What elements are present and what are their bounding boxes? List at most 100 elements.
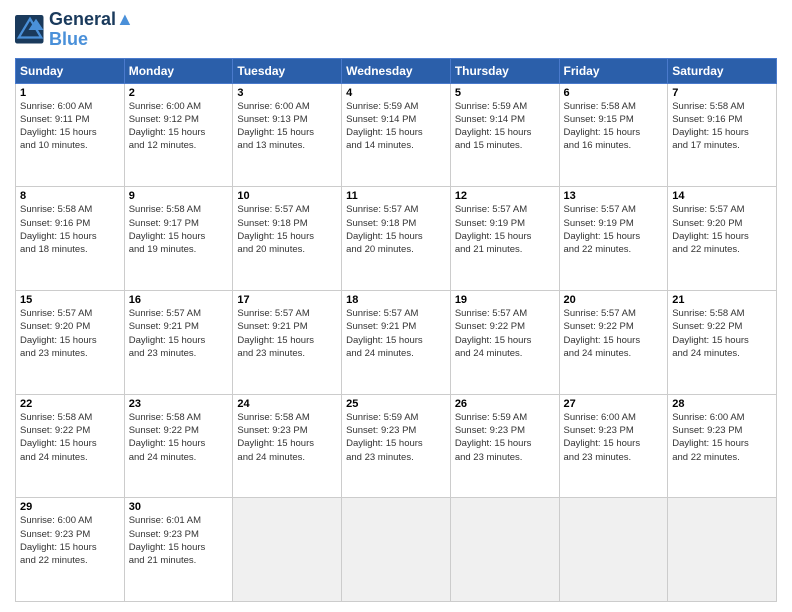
cell-content: Sunrise: 5:59 AMSunset: 9:14 PMDaylight:… [346,100,446,153]
calendar-header-wednesday: Wednesday [342,58,451,83]
day-number: 5 [455,87,555,99]
day-number: 20 [564,294,664,306]
cell-content: Sunrise: 5:58 AMSunset: 9:22 PMDaylight:… [129,411,229,464]
day-number: 13 [564,190,664,202]
calendar-cell: 7Sunrise: 5:58 AMSunset: 9:16 PMDaylight… [668,83,777,187]
day-number: 25 [346,398,446,410]
cell-content: Sunrise: 5:58 AMSunset: 9:23 PMDaylight:… [237,411,337,464]
cell-content: Sunrise: 5:57 AMSunset: 9:21 PMDaylight:… [346,307,446,360]
calendar-cell [342,498,451,602]
day-number: 9 [129,190,229,202]
cell-content: Sunrise: 6:00 AMSunset: 9:23 PMDaylight:… [564,411,664,464]
calendar-cell: 1Sunrise: 6:00 AMSunset: 9:11 PMDaylight… [16,83,125,187]
calendar-cell: 10Sunrise: 5:57 AMSunset: 9:18 PMDayligh… [233,187,342,291]
day-number: 14 [672,190,772,202]
calendar-cell [450,498,559,602]
day-number: 4 [346,87,446,99]
day-number: 18 [346,294,446,306]
cell-content: Sunrise: 5:57 AMSunset: 9:20 PMDaylight:… [672,203,772,256]
calendar-cell: 4Sunrise: 5:59 AMSunset: 9:14 PMDaylight… [342,83,451,187]
cell-content: Sunrise: 6:00 AMSunset: 9:11 PMDaylight:… [20,100,120,153]
cell-content: Sunrise: 5:57 AMSunset: 9:18 PMDaylight:… [237,203,337,256]
day-number: 30 [129,501,229,513]
calendar-cell: 9Sunrise: 5:58 AMSunset: 9:17 PMDaylight… [124,187,233,291]
day-number: 26 [455,398,555,410]
calendar-cell: 16Sunrise: 5:57 AMSunset: 9:21 PMDayligh… [124,290,233,394]
cell-content: Sunrise: 5:57 AMSunset: 9:21 PMDaylight:… [237,307,337,360]
day-number: 17 [237,294,337,306]
calendar-cell: 26Sunrise: 5:59 AMSunset: 9:23 PMDayligh… [450,394,559,498]
cell-content: Sunrise: 6:00 AMSunset: 9:13 PMDaylight:… [237,100,337,153]
calendar-row-3: 22Sunrise: 5:58 AMSunset: 9:22 PMDayligh… [16,394,777,498]
day-number: 8 [20,190,120,202]
day-number: 12 [455,190,555,202]
cell-content: Sunrise: 5:59 AMSunset: 9:14 PMDaylight:… [455,100,555,153]
calendar-cell: 23Sunrise: 5:58 AMSunset: 9:22 PMDayligh… [124,394,233,498]
logo-icon [15,15,45,45]
cell-content: Sunrise: 5:57 AMSunset: 9:19 PMDaylight:… [564,203,664,256]
day-number: 16 [129,294,229,306]
calendar-cell: 2Sunrise: 6:00 AMSunset: 9:12 PMDaylight… [124,83,233,187]
calendar-row-1: 8Sunrise: 5:58 AMSunset: 9:16 PMDaylight… [16,187,777,291]
calendar-cell: 30Sunrise: 6:01 AMSunset: 9:23 PMDayligh… [124,498,233,602]
calendar-cell: 14Sunrise: 5:57 AMSunset: 9:20 PMDayligh… [668,187,777,291]
cell-content: Sunrise: 5:58 AMSunset: 9:22 PMDaylight:… [672,307,772,360]
cell-content: Sunrise: 5:58 AMSunset: 9:16 PMDaylight:… [672,100,772,153]
calendar-cell: 20Sunrise: 5:57 AMSunset: 9:22 PMDayligh… [559,290,668,394]
day-number: 29 [20,501,120,513]
day-number: 3 [237,87,337,99]
cell-content: Sunrise: 5:58 AMSunset: 9:22 PMDaylight:… [20,411,120,464]
calendar-cell: 18Sunrise: 5:57 AMSunset: 9:21 PMDayligh… [342,290,451,394]
calendar-cell: 22Sunrise: 5:58 AMSunset: 9:22 PMDayligh… [16,394,125,498]
calendar-header-tuesday: Tuesday [233,58,342,83]
header: General▲ Blue [15,10,777,50]
calendar-cell: 24Sunrise: 5:58 AMSunset: 9:23 PMDayligh… [233,394,342,498]
calendar-cell [233,498,342,602]
day-number: 7 [672,87,772,99]
cell-content: Sunrise: 5:57 AMSunset: 9:20 PMDaylight:… [20,307,120,360]
calendar-cell: 21Sunrise: 5:58 AMSunset: 9:22 PMDayligh… [668,290,777,394]
logo-text: General▲ Blue [49,10,134,50]
cell-content: Sunrise: 5:59 AMSunset: 9:23 PMDaylight:… [455,411,555,464]
day-number: 6 [564,87,664,99]
calendar-table: SundayMondayTuesdayWednesdayThursdayFrid… [15,58,777,602]
calendar-row-2: 15Sunrise: 5:57 AMSunset: 9:20 PMDayligh… [16,290,777,394]
cell-content: Sunrise: 6:00 AMSunset: 9:23 PMDaylight:… [672,411,772,464]
calendar-row-0: 1Sunrise: 6:00 AMSunset: 9:11 PMDaylight… [16,83,777,187]
calendar-cell: 11Sunrise: 5:57 AMSunset: 9:18 PMDayligh… [342,187,451,291]
calendar-cell: 13Sunrise: 5:57 AMSunset: 9:19 PMDayligh… [559,187,668,291]
calendar-cell: 12Sunrise: 5:57 AMSunset: 9:19 PMDayligh… [450,187,559,291]
calendar-cell [668,498,777,602]
calendar-cell [559,498,668,602]
cell-content: Sunrise: 5:58 AMSunset: 9:17 PMDaylight:… [129,203,229,256]
cell-content: Sunrise: 5:59 AMSunset: 9:23 PMDaylight:… [346,411,446,464]
cell-content: Sunrise: 6:00 AMSunset: 9:12 PMDaylight:… [129,100,229,153]
day-number: 1 [20,87,120,99]
calendar-cell: 5Sunrise: 5:59 AMSunset: 9:14 PMDaylight… [450,83,559,187]
cell-content: Sunrise: 5:57 AMSunset: 9:19 PMDaylight:… [455,203,555,256]
day-number: 27 [564,398,664,410]
cell-content: Sunrise: 6:01 AMSunset: 9:23 PMDaylight:… [129,514,229,567]
cell-content: Sunrise: 5:57 AMSunset: 9:21 PMDaylight:… [129,307,229,360]
cell-content: Sunrise: 6:00 AMSunset: 9:23 PMDaylight:… [20,514,120,567]
day-number: 24 [237,398,337,410]
calendar-cell: 29Sunrise: 6:00 AMSunset: 9:23 PMDayligh… [16,498,125,602]
day-number: 23 [129,398,229,410]
day-number: 28 [672,398,772,410]
calendar-header-thursday: Thursday [450,58,559,83]
calendar-row-4: 29Sunrise: 6:00 AMSunset: 9:23 PMDayligh… [16,498,777,602]
day-number: 11 [346,190,446,202]
day-number: 2 [129,87,229,99]
calendar-cell: 25Sunrise: 5:59 AMSunset: 9:23 PMDayligh… [342,394,451,498]
calendar-cell: 17Sunrise: 5:57 AMSunset: 9:21 PMDayligh… [233,290,342,394]
logo: General▲ Blue [15,10,134,50]
calendar-cell: 28Sunrise: 6:00 AMSunset: 9:23 PMDayligh… [668,394,777,498]
page: General▲ Blue SundayMondayTuesdayWednesd… [0,0,792,612]
day-number: 15 [20,294,120,306]
calendar-cell: 19Sunrise: 5:57 AMSunset: 9:22 PMDayligh… [450,290,559,394]
calendar-header-monday: Monday [124,58,233,83]
cell-content: Sunrise: 5:58 AMSunset: 9:16 PMDaylight:… [20,203,120,256]
cell-content: Sunrise: 5:58 AMSunset: 9:15 PMDaylight:… [564,100,664,153]
cell-content: Sunrise: 5:57 AMSunset: 9:22 PMDaylight:… [455,307,555,360]
calendar-header-sunday: Sunday [16,58,125,83]
